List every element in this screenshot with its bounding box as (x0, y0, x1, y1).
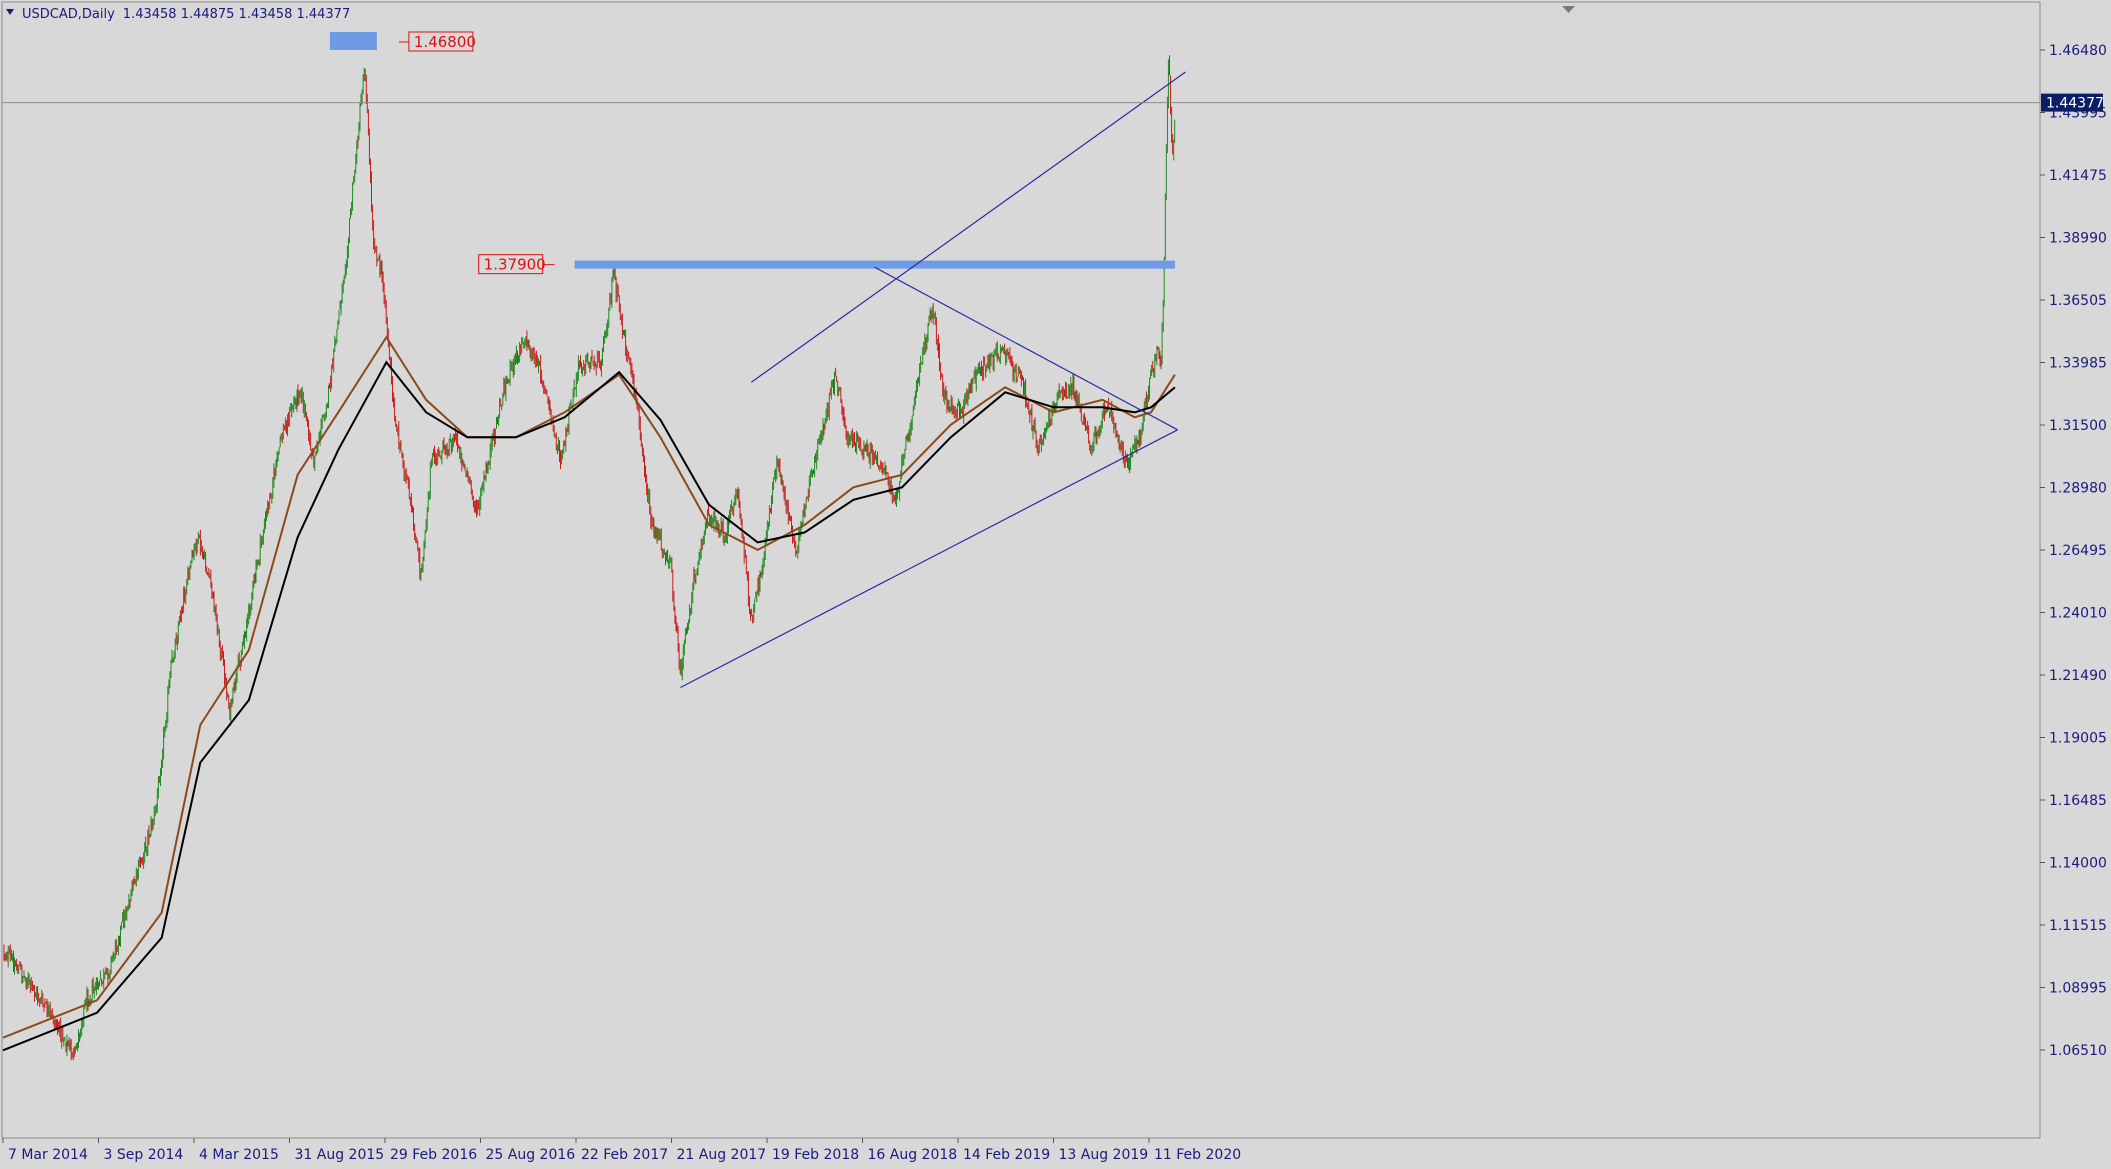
price-tick-label: 1.36505 (2049, 293, 2107, 309)
time-tick-label: 16 Aug 2018 (868, 1147, 958, 1163)
price-chart[interactable]: 1.468001.37900 1.464801.439951.414751.38… (0, 0, 2111, 1169)
time-tick-label: 3 Sep 2014 (104, 1147, 184, 1163)
price-tick-label: 1.21490 (2049, 668, 2107, 684)
time-tick-label: 13 Aug 2019 (1059, 1147, 1149, 1163)
time-tick-label: 4 Mar 2015 (199, 1147, 279, 1163)
time-tick-label: 7 Mar 2014 (8, 1147, 88, 1163)
time-tick-label: 25 Aug 2016 (486, 1147, 576, 1163)
time-tick-label: 11 Feb 2020 (1154, 1147, 1241, 1163)
current-price-label: 1.44377 (2046, 96, 2104, 112)
price-tick-label: 1.26495 (2049, 543, 2107, 559)
price-tick-label: 1.19005 (2049, 731, 2107, 747)
chart-background (0, 0, 2111, 1169)
price-tick-label: 1.08995 (2049, 981, 2107, 997)
price-tick-label: 1.24010 (2049, 606, 2107, 622)
time-tick-label: 19 Feb 2018 (772, 1147, 859, 1163)
time-tick-label: 31 Aug 2015 (295, 1147, 385, 1163)
price-tick-label: 1.41475 (2049, 168, 2107, 184)
price-tick-label: 1.38990 (2049, 231, 2107, 247)
time-tick-label: 14 Feb 2019 (963, 1147, 1050, 1163)
high-zone-marker (329, 31, 377, 50)
price-tick-label: 1.06510 (2049, 1043, 2107, 1059)
time-tick-label: 29 Feb 2016 (390, 1147, 477, 1163)
price-tick-label: 1.28980 (2049, 481, 2107, 497)
symbol-label: USDCAD,Daily (22, 7, 115, 22)
price-tick-label: 1.11515 (2049, 918, 2107, 934)
ohlc-values: 1.43458 1.44875 1.43458 1.44377 (123, 7, 350, 22)
price-tick-label: 1.33985 (2049, 356, 2107, 372)
high-price-label: 1.46800 (414, 33, 476, 51)
resistance-price-label: 1.37900 (484, 256, 546, 274)
price-tick-label: 1.31500 (2049, 418, 2107, 434)
time-tick-label: 22 Feb 2017 (581, 1147, 668, 1163)
price-tick-label: 1.16485 (2049, 793, 2107, 809)
price-tick-label: 1.46480 (2049, 43, 2107, 59)
time-tick-label: 21 Aug 2017 (677, 1147, 767, 1163)
price-tick-label: 1.14000 (2049, 856, 2107, 872)
